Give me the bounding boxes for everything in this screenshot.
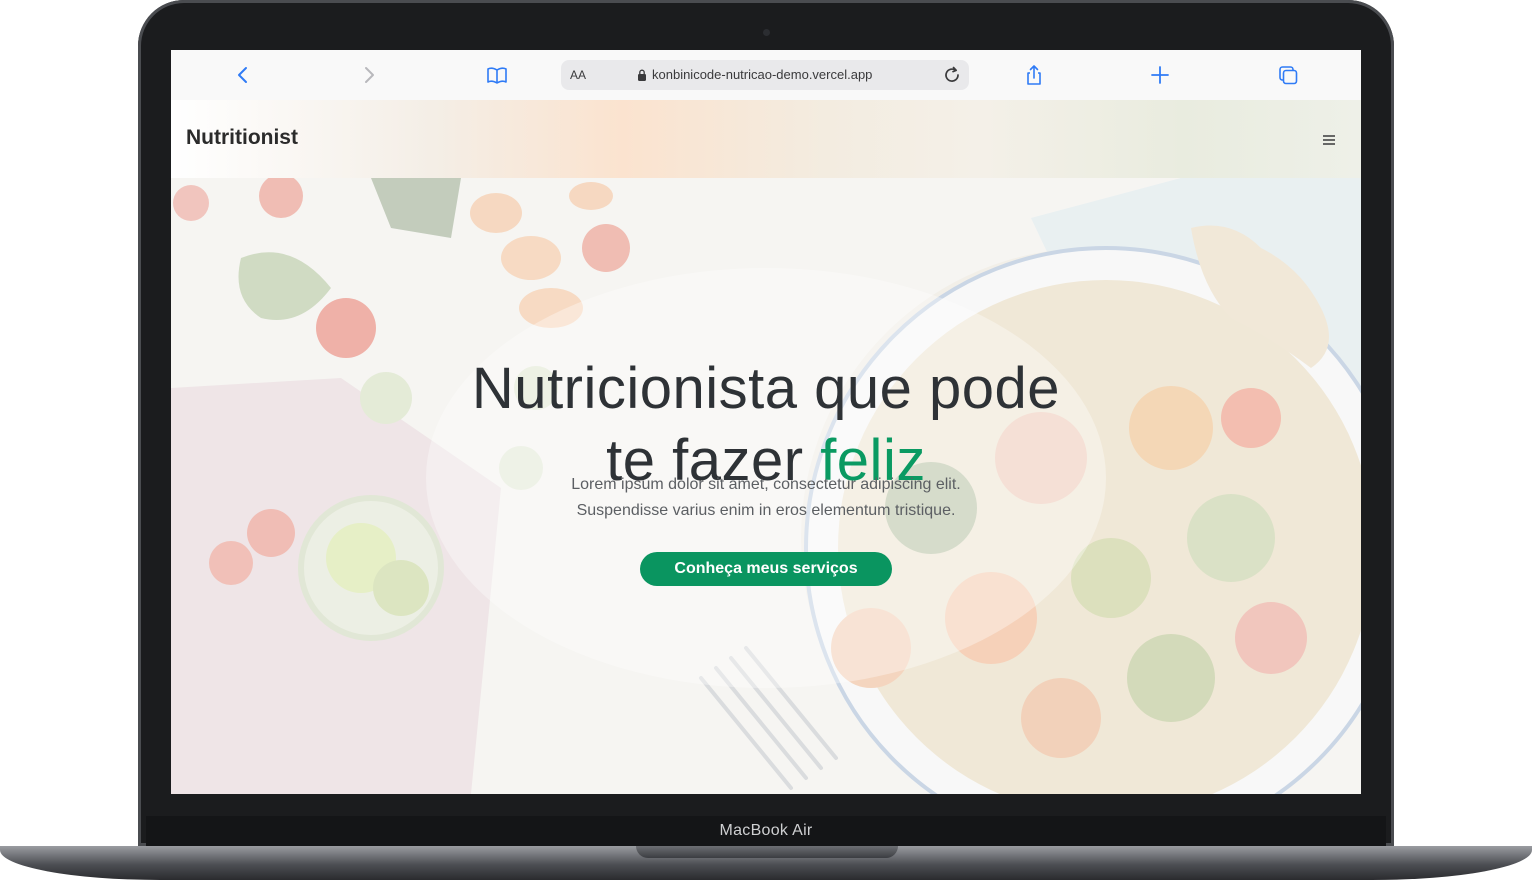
screen: AA konbinicode-nutricao-demo.vercel.app … bbox=[171, 50, 1361, 794]
laptop-notch bbox=[636, 846, 898, 858]
share-icon[interactable] bbox=[1020, 61, 1048, 89]
address-bar[interactable]: AA konbinicode-nutricao-demo.vercel.app bbox=[561, 60, 969, 90]
hero-subtitle-line2: Suspendisse varius enim in eros elementu… bbox=[576, 502, 956, 519]
hero-title-line1: Nutricionista que pode bbox=[471, 355, 1061, 421]
hero-section: Nutricionista que pode te fazer feliz Lo… bbox=[171, 178, 1361, 794]
services-cta-button[interactable]: Conheça meus serviços bbox=[640, 552, 892, 586]
text-size-button[interactable]: AA bbox=[570, 68, 586, 82]
hero-subtitle: Lorem ipsum dolor sit amet, consectetur … bbox=[171, 472, 1361, 524]
book-icon[interactable] bbox=[483, 61, 511, 89]
chevron-left-icon[interactable] bbox=[229, 61, 257, 89]
brand-logo-text[interactable]: Nutritionist bbox=[186, 126, 298, 150]
lock-icon bbox=[637, 69, 647, 81]
laptop-bezel-bottom: MacBook Air bbox=[146, 816, 1386, 848]
reload-icon[interactable] bbox=[941, 64, 963, 86]
camera-icon bbox=[763, 29, 770, 36]
url-text: konbinicode-nutricao-demo.vercel.app bbox=[652, 67, 873, 82]
plus-icon[interactable] bbox=[1146, 61, 1174, 89]
site-header: Nutritionist bbox=[171, 100, 1361, 178]
hamburger-menu-icon[interactable] bbox=[1319, 130, 1339, 150]
tabs-icon[interactable] bbox=[1274, 61, 1302, 89]
device-label: MacBook Air bbox=[719, 822, 813, 839]
browser-toolbar: AA konbinicode-nutricao-demo.vercel.app bbox=[171, 50, 1361, 101]
chevron-right-icon[interactable] bbox=[355, 61, 383, 89]
hero-subtitle-line1: Lorem ipsum dolor sit amet, consectetur … bbox=[571, 476, 961, 493]
